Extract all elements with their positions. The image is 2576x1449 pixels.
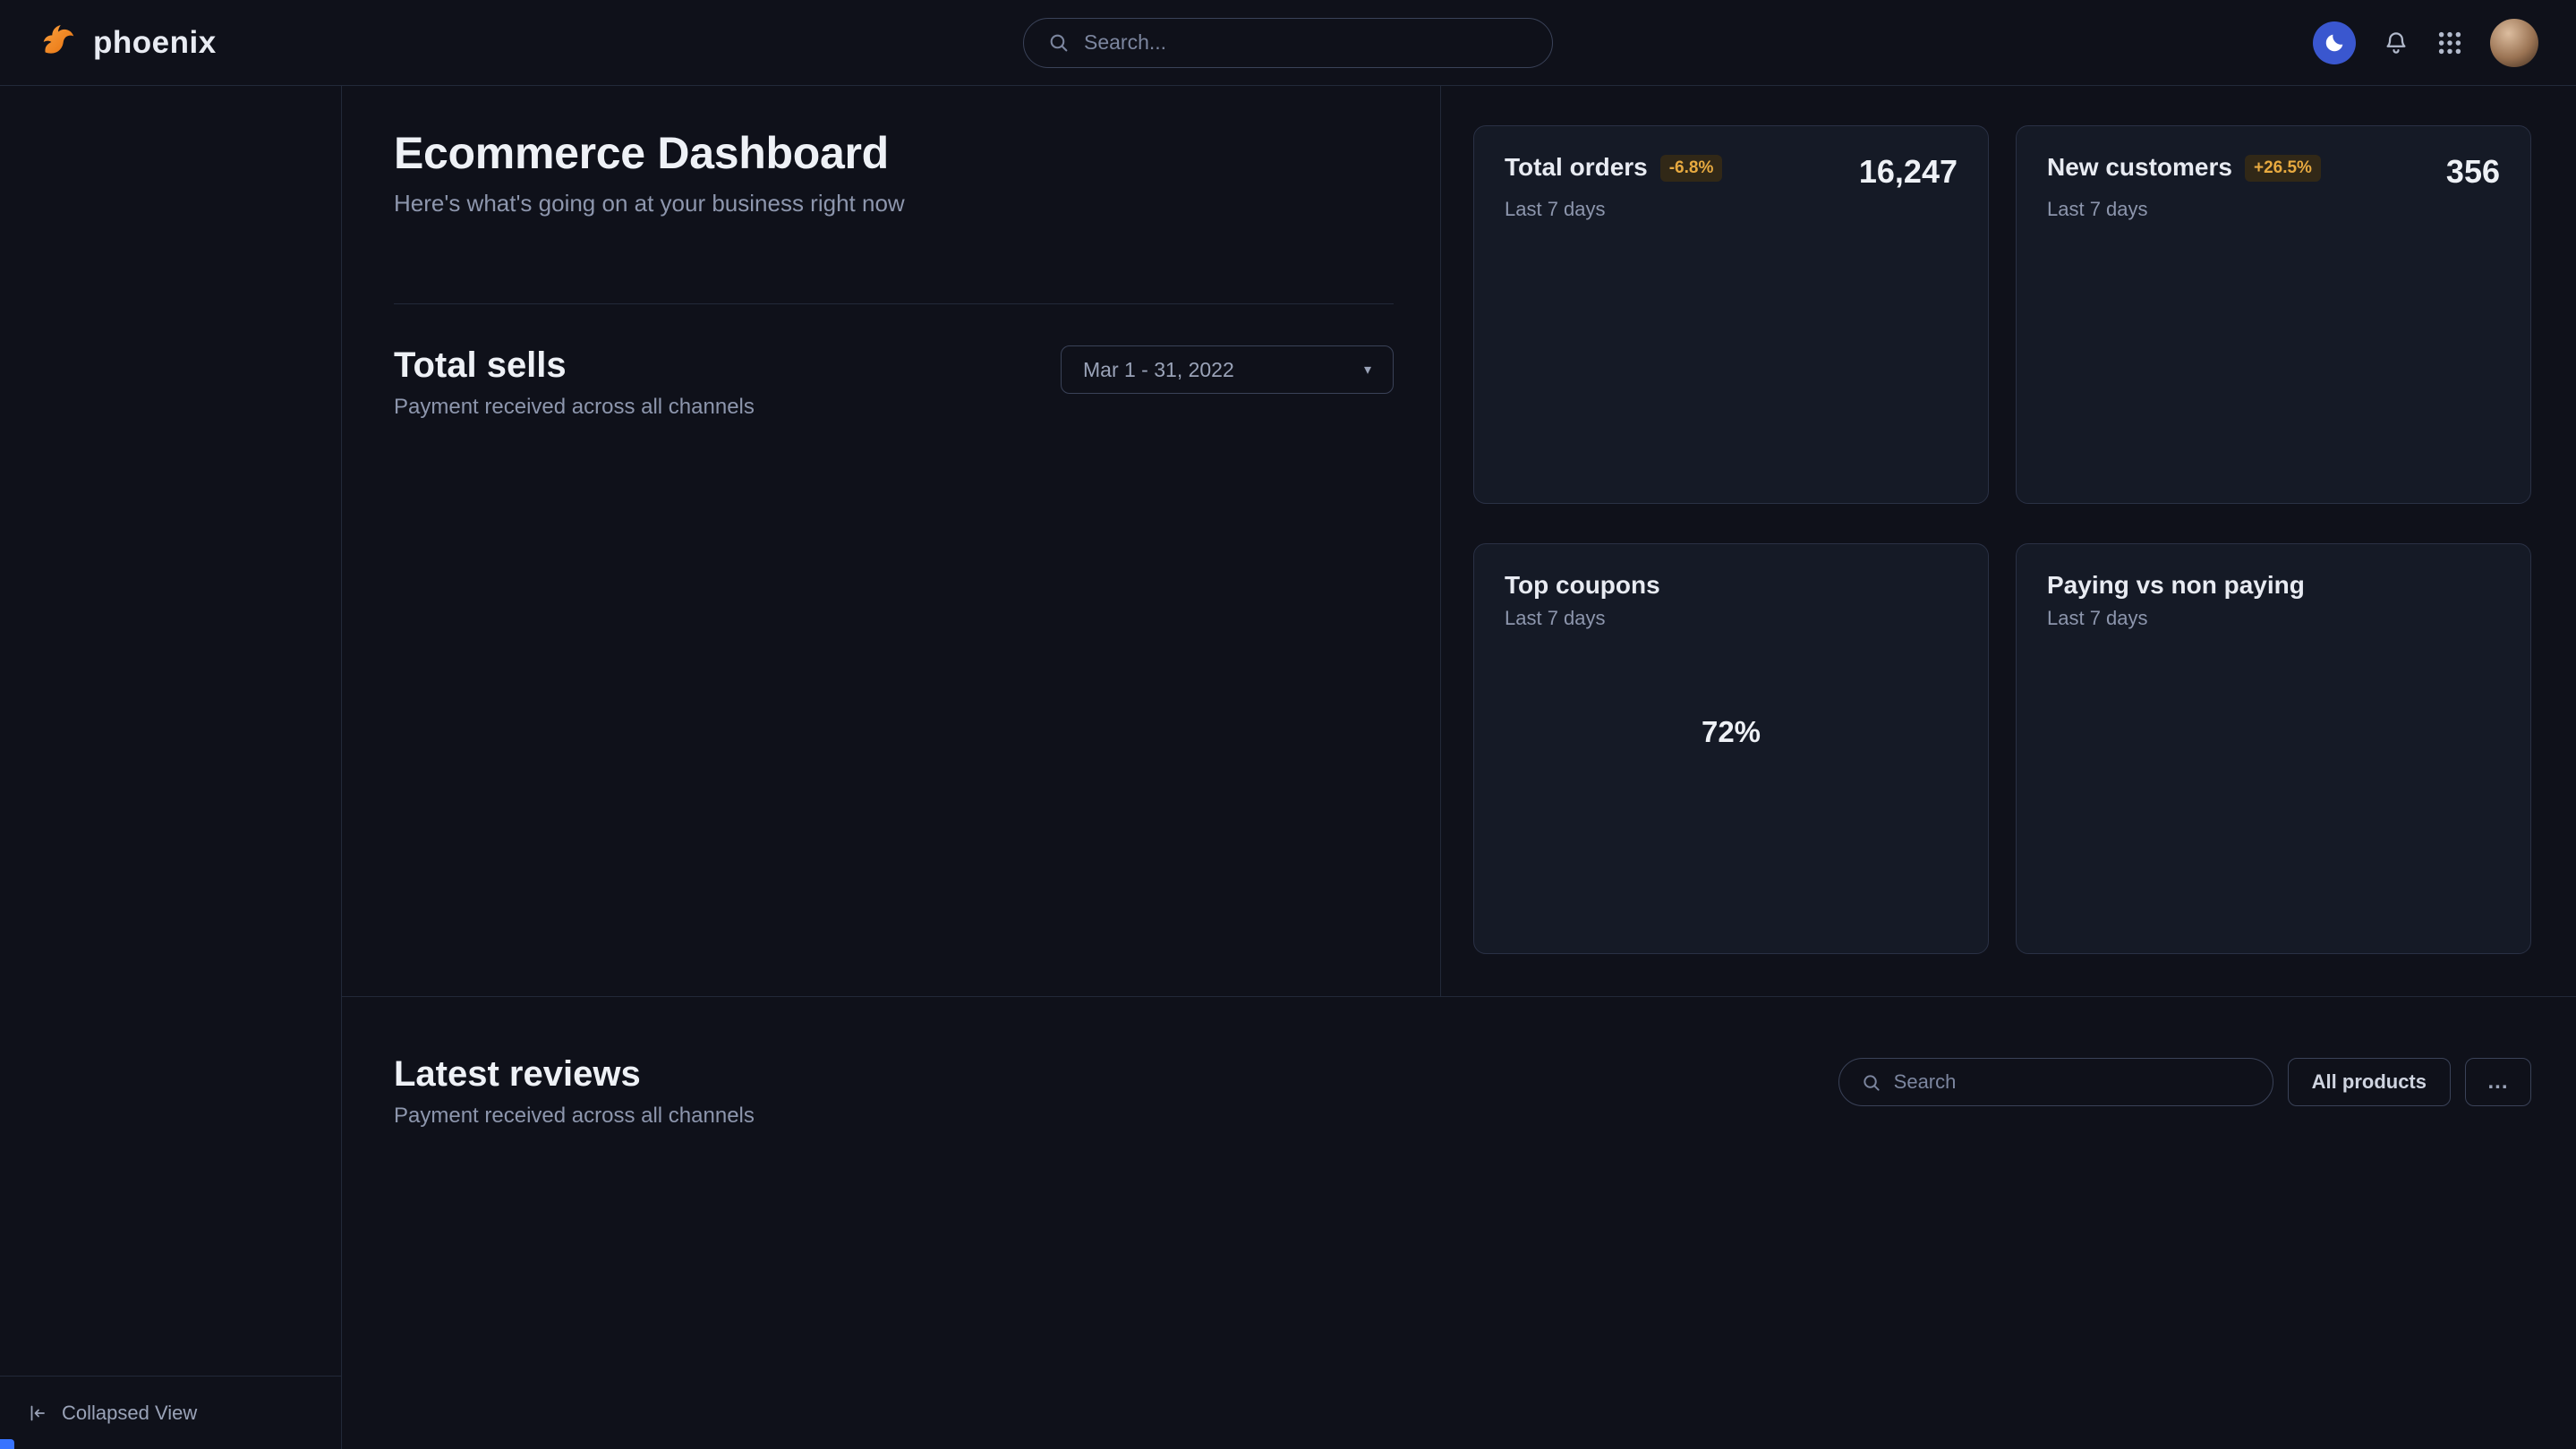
grid-dots-icon [2436, 30, 2463, 56]
new-customers-value: 356 [2446, 153, 2500, 191]
search-icon [1861, 1072, 1881, 1093]
paying-gauge-chart [2153, 661, 2394, 799]
navbar-actions [2313, 19, 2538, 67]
page-title: Ecommerce Dashboard [394, 127, 1394, 179]
apps-grid-button[interactable] [2436, 30, 2463, 56]
date-range-value: Mar 1 - 31, 2022 [1083, 358, 1234, 382]
total-orders-bar-chart [1579, 274, 1883, 426]
new-customers-period: Last 7 days [2047, 198, 2500, 221]
global-search [1023, 18, 1553, 68]
total-orders-period: Last 7 days [1505, 198, 1958, 221]
top-coupons-title: Top coupons [1505, 571, 1660, 600]
reviews-search-input[interactable] [1894, 1070, 2251, 1094]
dashboard-left-column: Ecommerce Dashboard Here's what's going … [342, 86, 1441, 996]
donut-center-label: 72% [1642, 643, 1821, 822]
top-coupons-period: Last 7 days [1505, 607, 1958, 630]
new-customers-badge: +26.5% [2245, 155, 2321, 182]
date-range-select[interactable]: Mar 1 - 31, 2022 ▾ [1061, 345, 1394, 394]
paying-title: Paying vs non paying [2047, 571, 2305, 600]
total-orders-card: Total orders -6.8% 16,247 Last 7 days [1473, 125, 1989, 504]
total-sells-chart-svg [394, 466, 1393, 824]
total-orders-title: Total orders [1505, 153, 1648, 181]
total-orders-value: 16,247 [1859, 153, 1958, 191]
brand-logo[interactable]: phoenix [38, 22, 217, 64]
collapse-icon [27, 1402, 48, 1424]
page-subtitle: Here's what's going on at your business … [394, 190, 1394, 217]
sidebar: Collapsed View [0, 86, 342, 1449]
new-customers-title: New customers [2047, 153, 2232, 181]
latest-reviews-subtitle: Payment received across all channels [394, 1104, 755, 1129]
collapse-view-label: Collapsed View [62, 1402, 197, 1425]
user-avatar[interactable] [2490, 19, 2538, 67]
phoenix-logo-icon [38, 22, 79, 64]
new-customers-line-chart [2047, 249, 2500, 446]
stats-row [394, 266, 1394, 304]
latest-reviews-section: Latest reviews Payment received across a… [342, 997, 2576, 1449]
search-icon [1047, 31, 1070, 54]
moon-icon [2324, 31, 2346, 54]
reviews-toolbar: All products ... [1838, 1058, 2531, 1106]
total-sells-subtitle: Payment received across all channels [394, 395, 755, 420]
brand-name: phoenix [93, 25, 217, 61]
chevron-down-icon: ▾ [1364, 361, 1371, 379]
top-navbar: phoenix [0, 0, 2576, 86]
bell-icon [2383, 30, 2410, 56]
top-coupons-card: Top coupons Last 7 days 72% [1473, 543, 1989, 954]
all-products-button[interactable]: All products [2288, 1058, 2451, 1106]
global-search-input[interactable] [1084, 30, 1529, 55]
total-sells-chart [394, 466, 1394, 841]
reviews-search [1838, 1058, 2273, 1106]
latest-reviews-title: Latest reviews [394, 1054, 755, 1095]
dashboard-cards: Total orders -6.8% 16,247 Last 7 days New… [1441, 86, 2576, 996]
top-coupons-donut-chart: 72% [1642, 643, 1821, 822]
collapse-view-button[interactable]: Collapsed View [0, 1376, 341, 1449]
theme-toggle-button[interactable] [2313, 21, 2356, 64]
paying-gauge-svg [2153, 661, 2394, 795]
main-content: Ecommerce Dashboard Here's what's going … [342, 86, 2576, 1449]
corner-indicator[interactable] [0, 1439, 14, 1449]
paying-period: Last 7 days [2047, 607, 2500, 630]
sidebar-nav [0, 86, 341, 1376]
total-sells-title: Total sells [394, 345, 755, 386]
notifications-button[interactable] [2383, 30, 2410, 56]
more-options-button[interactable]: ... [2465, 1058, 2531, 1106]
new-customers-card: New customers +26.5% 356 Last 7 days [2016, 125, 2531, 504]
total-orders-badge: -6.8% [1660, 155, 1723, 182]
paying-card: Paying vs non paying Last 7 days [2016, 543, 2531, 954]
